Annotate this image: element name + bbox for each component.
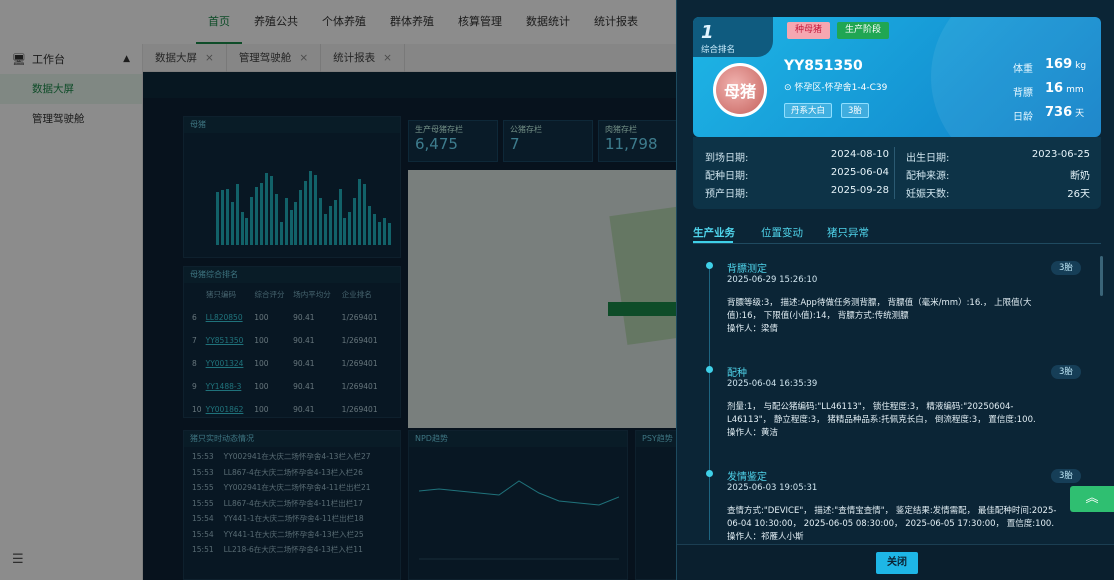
info-label: 出生日期:: [906, 153, 950, 164]
parity-chip: 3胎: [841, 103, 869, 118]
pig-id: YY851350: [784, 58, 863, 74]
rank-label: 综合排名: [701, 45, 736, 55]
stage-chip: 生产阶段: [837, 22, 890, 39]
timeline-badge: 3胎: [1051, 261, 1081, 275]
drawer-tab[interactable]: 猪只异常: [827, 225, 869, 240]
metric-value: 169: [1045, 57, 1073, 72]
double-chevron-up-icon[interactable]: ︽: [1070, 486, 1114, 512]
timeline-desc: 背膘等级:3， 描述:App待做任务测背膘， 背膘值（毫米/mm）:16.， 上…: [727, 297, 1057, 336]
timeline-badge: 3胎: [1051, 469, 1081, 483]
metric-value-wrap: 169 kg: [1045, 57, 1086, 72]
production-timeline: 背膘测定 3胎 2025-06-29 15:26:10 背膘等级:3， 描述:App待…: [693, 252, 1101, 540]
timeline-desc-line: 查情方式:"DEVICE"， 描述:"查情宝查情"， 鉴定结果:发情需配， 最佳…: [727, 506, 1057, 529]
location-pin-icon: ⊙: [784, 83, 792, 93]
metric-value-wrap: 16 mm: [1045, 81, 1084, 96]
avatar: 母猪: [713, 63, 767, 117]
timeline-desc-line: 背膘等级:3， 描述:App待做任务测背膘， 背膘值（毫米/mm）:16.， 上…: [727, 298, 1032, 321]
metric-unit: kg: [1075, 61, 1087, 71]
close-button[interactable]: 关闭: [876, 552, 918, 574]
info-label: 妊娠天数:: [906, 189, 950, 200]
timeline-desc: 查情方式:"DEVICE"， 描述:"查情宝查情"， 鉴定结果:发情需配， 最佳…: [727, 505, 1057, 540]
info-value: 2025-09-28: [830, 185, 889, 196]
metric-0: 体重 169 kg: [1013, 57, 1093, 75]
drawer-tab[interactable]: 生产业务: [693, 225, 735, 240]
sow-type-chip: 种母猪: [787, 22, 831, 39]
pig-location: ⊙ 怀孕区-怀孕舍1-4-C39: [784, 80, 887, 93]
drawer-tab[interactable]: 位置变动: [761, 225, 803, 240]
timeline-title: 配种: [727, 368, 747, 379]
timeline-desc-line: 操作人：祁雁人小斯: [727, 532, 804, 540]
timeline-dot: [706, 262, 713, 269]
info-value: 2024-08-10: [830, 149, 889, 160]
info-label: 到场日期:: [705, 153, 749, 164]
timeline-dot: [706, 470, 713, 477]
timeline-desc-line: 操作人：梁倩: [727, 324, 779, 334]
info-label: 预产日期:: [705, 189, 749, 200]
timeline-title: 发情鉴定: [727, 472, 767, 483]
timeline-desc: 剂量:1， 与配公猪编码:"LL46113"， 锁住程度:3， 精液编码:"20…: [727, 401, 1057, 440]
metric-value-wrap: 736 天: [1045, 105, 1084, 120]
timeline-time: 2025-06-29 15:26:10: [727, 275, 818, 285]
timeline-desc-line: 剂量:1， 与配公猪编码:"LL46113"， 锁住程度:3， 精液编码:"20…: [727, 402, 1036, 425]
info-value: 26天: [1067, 189, 1090, 200]
info-label: 配种来源:: [906, 171, 950, 182]
metric-1: 背膘 16 mm: [1013, 81, 1093, 99]
metric-label: 日龄: [1013, 112, 1033, 123]
info-value: 2023-06-25: [1031, 149, 1090, 160]
breed-chip: 丹系大白: [784, 103, 833, 118]
modal-overlay[interactable]: [0, 0, 676, 580]
timeline-dot: [706, 366, 713, 373]
pig-location-text: 怀孕区-怀孕舍1-4-C39: [794, 83, 888, 93]
metric-label: 体重: [1013, 64, 1033, 75]
pig-detail-drawer: 1 综合排名 种母猪 生产阶段 母猪 YY851350 ⊙ 怀孕区-怀孕舍1-4…: [676, 0, 1114, 580]
info-label: 配种日期:: [705, 171, 749, 182]
timeline-time: 2025-06-04 16:35:39: [727, 379, 818, 389]
timeline-title: 背膘测定: [727, 264, 767, 275]
info-divider: [894, 147, 895, 199]
timeline-scrollbar[interactable]: [1100, 256, 1103, 296]
timeline-desc-line: 操作人：黄洁: [727, 428, 779, 438]
metric-2: 日龄 736 天: [1013, 105, 1093, 123]
metric-value: 736: [1045, 105, 1073, 120]
tab-divider: [693, 243, 1101, 244]
info-value: 断奶: [1070, 171, 1090, 182]
avatar-text: 母猪: [716, 66, 764, 114]
rank-number: 1: [701, 22, 714, 43]
metric-unit: 天: [1075, 109, 1085, 119]
timeline-time: 2025-06-03 19:05:31: [727, 483, 818, 493]
metric-value: 16: [1045, 81, 1064, 96]
active-tab-underline: [693, 241, 733, 243]
info-value: 2025-06-04: [830, 167, 889, 178]
timeline-badge: 3胎: [1051, 365, 1081, 379]
metric-unit: mm: [1066, 85, 1084, 95]
metric-label: 背膘: [1013, 88, 1033, 99]
timeline-line: [709, 266, 710, 540]
